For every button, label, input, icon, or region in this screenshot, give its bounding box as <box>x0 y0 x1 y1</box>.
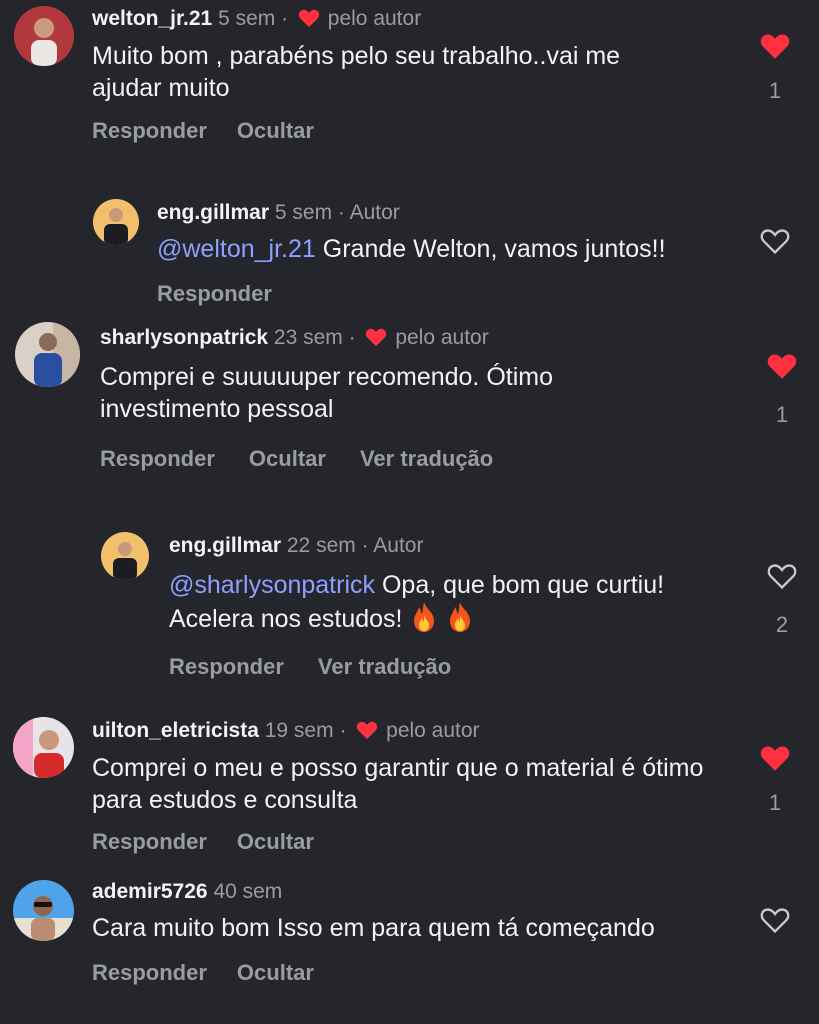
username[interactable]: eng.gillmar <box>169 534 281 557</box>
like-count: 2 <box>775 612 789 637</box>
mention-link[interactable]: @sharlysonpatrick <box>169 571 375 599</box>
timestamp: 5 sem <box>274 201 333 224</box>
reply-button[interactable]: Responder <box>92 118 207 143</box>
avatar[interactable] <box>93 199 139 245</box>
fire-icon <box>414 602 435 632</box>
separator-dot: · <box>337 201 345 224</box>
comment-text: @welton_jr.21 Grande Welton, vamos junto… <box>157 233 737 265</box>
timestamp: 40 sem <box>213 880 283 903</box>
translate-button[interactable]: Ver tradução <box>360 446 493 471</box>
reply-button[interactable]: Responder <box>100 446 215 471</box>
avatar[interactable] <box>14 6 74 66</box>
hide-button[interactable]: Ocultar <box>249 446 326 471</box>
reply-text: Grande Welton, vamos juntos!! <box>322 235 666 263</box>
liked-by-author-label: pelo autor <box>395 326 489 349</box>
avatar[interactable] <box>101 532 149 580</box>
comment-text: @sharlysonpatrick Opa, que bom que curti… <box>169 569 689 635</box>
separator-dot: · <box>348 326 356 349</box>
username[interactable]: eng.gillmar <box>157 201 269 224</box>
like-heart-outline-icon[interactable] <box>759 906 791 934</box>
reply-button[interactable]: Responder <box>92 960 207 985</box>
hide-button[interactable]: Ocultar <box>237 118 314 143</box>
like-heart-outline-icon[interactable] <box>766 562 798 590</box>
timestamp: 19 sem <box>264 719 334 742</box>
hide-button[interactable]: Ocultar <box>237 960 314 985</box>
like-heart-icon[interactable] <box>759 744 791 772</box>
separator-dot: · <box>361 534 369 557</box>
avatar[interactable] <box>13 717 74 778</box>
author-heart-icon <box>357 721 378 740</box>
author-badge: Autor <box>373 534 424 557</box>
hide-button[interactable]: Ocultar <box>237 829 314 854</box>
reply-button[interactable]: Responder <box>169 654 284 679</box>
like-heart-icon[interactable] <box>766 352 798 380</box>
like-count: 1 <box>775 402 789 427</box>
like-heart-outline-icon[interactable] <box>759 227 791 255</box>
author-badge: Autor <box>349 201 400 224</box>
comment-text: Comprei e suuuuuper recomendo. Ótimo inv… <box>100 363 554 423</box>
liked-by-author-label: pelo autor <box>327 7 422 30</box>
timestamp: 22 sem <box>286 534 356 557</box>
liked-by-author-label: pelo autor <box>386 719 480 742</box>
mention-link[interactable]: @welton_jr.21 <box>157 235 316 263</box>
timestamp: 23 sem <box>273 326 343 349</box>
like-heart-icon[interactable] <box>759 32 791 60</box>
reply-button[interactable]: Responder <box>92 829 207 854</box>
comment-text: Muito bom , parabéns pelo seu trabalho..… <box>92 42 621 102</box>
translate-button[interactable]: Ver tradução <box>318 654 451 679</box>
fire-icon <box>450 602 471 632</box>
username[interactable]: ademir5726 <box>92 880 208 903</box>
like-count: 1 <box>768 790 782 815</box>
reply-button[interactable]: Responder <box>157 281 272 306</box>
avatar[interactable] <box>13 880 74 941</box>
comment-text: Cara muito bom Isso em para quem tá come… <box>92 914 655 942</box>
author-heart-icon <box>366 328 387 347</box>
author-heart-icon <box>298 9 320 28</box>
username[interactable]: uilton_eletricista <box>92 719 259 742</box>
like-count: 1 <box>768 78 782 103</box>
comment-text: Comprei o meu e posso garantir que o mat… <box>92 754 704 814</box>
username[interactable]: welton_jr.21 <box>92 7 212 30</box>
separator-dot: · <box>281 7 289 30</box>
avatar[interactable] <box>15 322 80 387</box>
separator-dot: · <box>339 719 347 742</box>
timestamp: 5 sem <box>218 7 276 30</box>
username[interactable]: sharlysonpatrick <box>100 326 268 349</box>
